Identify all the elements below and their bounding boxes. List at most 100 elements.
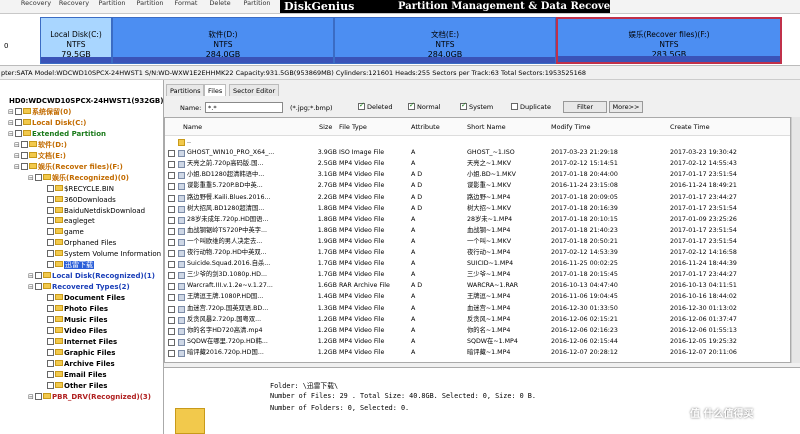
row-checkbox[interactable] — [168, 205, 175, 213]
tree-checkbox[interactable] — [35, 392, 42, 400]
row-checkbox[interactable] — [168, 238, 175, 246]
col-size[interactable]: Size — [319, 123, 332, 131]
tree-checkbox[interactable] — [35, 173, 42, 181]
col-short-name[interactable]: Short Name — [467, 123, 506, 131]
col-attribute[interactable]: Attribute — [411, 123, 440, 131]
row-checkbox[interactable] — [168, 216, 175, 224]
partition-recovery-button[interactable]: Recovery — [58, 0, 90, 13]
tree-item[interactable]: ⊟ 文档(E:) — [14, 151, 66, 161]
table-row[interactable]: Warcraft.III.v.1.2e~v.1.27... 1.6GB RAR Ar… — [165, 281, 790, 292]
table-row[interactable]: 路边野餐.Kaili.Blues.2016... 2.2GB MP4 Video F… — [165, 193, 790, 204]
expand-toggle-icon[interactable]: ⊟ — [28, 271, 35, 281]
tree-checkbox[interactable] — [21, 162, 28, 170]
expand-toggle-icon[interactable]: ⊟ — [8, 107, 15, 117]
table-row[interactable]: 小姐.BD1280超清韩语中... 3.1GB MP4 Video File A D 小… — [165, 170, 790, 181]
expand-toggle-icon[interactable]: ⊟ — [14, 140, 21, 150]
tree-item[interactable]: Document Files — [40, 293, 125, 303]
tree-checkbox[interactable] — [21, 151, 28, 159]
expand-toggle-icon[interactable]: ⊟ — [28, 282, 35, 292]
table-row[interactable]: 28岁未成年.720p.HD国语... 1.8GB MP4 Video File A 2… — [165, 215, 790, 226]
tree-item[interactable]: Graphic Files — [40, 348, 115, 358]
row-checkbox[interactable] — [168, 272, 175, 280]
more-button[interactable]: More>> — [609, 101, 643, 113]
tree-checkbox[interactable] — [47, 206, 54, 214]
row-checkbox[interactable] — [168, 316, 175, 324]
expand-toggle-icon[interactable]: ⊟ — [8, 129, 15, 139]
expand-toggle-icon[interactable]: ⊟ — [28, 392, 35, 402]
tree-checkbox[interactable] — [35, 283, 42, 291]
table-row[interactable]: Suicide.Squad.2016.自杀... 1.7GB MP4 Video F… — [165, 259, 790, 270]
file-recovery-button[interactable]: Recovery — [20, 0, 52, 13]
tree-item[interactable]: ⊟ Local Disk(Recognized)(1) — [28, 271, 155, 281]
tree-checkbox[interactable] — [47, 184, 54, 192]
name-filter-input[interactable]: *.* — [205, 102, 283, 113]
tree-checkbox[interactable] — [47, 381, 54, 389]
table-row[interactable]: GHOST_WIN10_PRO_X64_... 3.9GB ISO Image Fi… — [165, 148, 790, 159]
tree-checkbox[interactable] — [15, 118, 22, 126]
tree-checkbox[interactable] — [47, 217, 54, 225]
table-row[interactable]: 血迷宫.720p.国英双语.BD... 1.3GB MP4 Video File A 血… — [165, 304, 790, 315]
delete-button[interactable]: Delete — [206, 0, 234, 13]
row-checkbox[interactable] — [168, 227, 175, 235]
directory-tree[interactable]: HD0:WDCWD10SPCX-24HWST1(932GB) ⊟ 系统保留(0) ⊟ L… — [0, 80, 164, 434]
format-button[interactable]: Format — [172, 0, 200, 13]
tree-item[interactable]: System Volume Information — [40, 249, 161, 259]
tree-item[interactable]: Photo Files — [40, 304, 108, 314]
tree-item[interactable]: ⊟ Recovered Types(2) — [28, 282, 130, 292]
backup-partition-button[interactable]: Partition — [240, 0, 274, 13]
normal-checkbox[interactable]: Normal — [408, 101, 441, 111]
tree-item[interactable]: 迅雷下载 — [40, 260, 94, 270]
tree-item[interactable]: ⊟ 娱乐(Recover files)(F:) — [14, 162, 123, 172]
tree-item[interactable]: 360Downloads — [40, 195, 116, 205]
tab-sector-editor[interactable]: Sector Editor — [229, 84, 280, 96]
table-row[interactable]: 树大招风.BD1280超清国... 1.8GB MP4 Video File A D 树… — [165, 204, 790, 215]
partition-d-block[interactable]: 软件(D:) NTFS 284.0GB — [112, 17, 334, 64]
tree-checkbox[interactable] — [35, 272, 42, 280]
partition-e-block[interactable]: 文档(E:) NTFS 284.0GB — [334, 17, 556, 64]
tree-item[interactable]: Internet Files — [40, 337, 117, 347]
tree-item[interactable]: ⊟ Local Disk(C:) — [8, 118, 86, 128]
expand-toggle-icon[interactable]: ⊟ — [28, 173, 35, 183]
table-row[interactable]: 谍影重重5.720P.BD中英... 2.7GB MP4 Video File A D… — [165, 181, 790, 192]
row-checkbox[interactable] — [168, 150, 175, 158]
table-row[interactable]: SQDW在哪里.720p.HD韩... 1.2GB MP4 Video File A S… — [165, 337, 790, 348]
tree-checkbox[interactable] — [47, 228, 54, 236]
row-checkbox[interactable] — [168, 194, 175, 202]
tree-checkbox[interactable] — [47, 348, 54, 356]
partition-c-block[interactable]: Local Disk(C:) NTFS 79.5GB — [40, 17, 112, 64]
tree-item[interactable]: Orphaned Files — [40, 238, 116, 248]
col-create-time[interactable]: Create Time — [670, 123, 710, 131]
tree-checkbox[interactable] — [47, 294, 54, 302]
tree-item[interactable]: game — [40, 227, 84, 237]
expand-toggle-icon[interactable]: ⊟ — [14, 162, 21, 172]
table-row[interactable]: .. — [165, 137, 790, 148]
tree-item[interactable]: ⊟ 系统保留(0) — [8, 107, 71, 117]
table-row[interactable]: 三少爷的剑3D.1080p.HD... 1.7GB MP4 Video File A 三… — [165, 270, 790, 281]
tree-item[interactable]: eagleget — [40, 216, 95, 226]
row-checkbox[interactable] — [168, 338, 175, 346]
tree-item[interactable]: ⊟ Extended Partition — [8, 129, 106, 139]
tree-item[interactable]: BaiduNetdiskDownload — [40, 206, 145, 216]
tree-checkbox[interactable] — [15, 107, 22, 115]
tree-checkbox[interactable] — [47, 195, 54, 203]
system-checkbox[interactable]: System — [460, 101, 493, 111]
tree-checkbox[interactable] — [47, 326, 54, 334]
table-row[interactable]: 反贪风暴2.720p.国粤双... 1.2GB MP4 Video File A 反贪风… — [165, 315, 790, 326]
row-checkbox[interactable] — [168, 161, 175, 169]
table-row[interactable]: 夜行动物.720p.HD中英双... 1.7GB MP4 Video File A 夜行… — [165, 248, 790, 259]
new-partition-button[interactable]: Partition — [134, 0, 166, 13]
table-row[interactable]: 天亮之前.720p高码版.国... 2.5GB MP4 Video File A 天亮之… — [165, 159, 790, 170]
col-modify-time[interactable]: Modify Time — [551, 123, 591, 131]
table-row[interactable]: 一个叫欧维的男人决定去... 1.9GB MP4 Video File A 一个叫~1.… — [165, 237, 790, 248]
tree-item[interactable]: Music Files — [40, 315, 108, 325]
expand-toggle-icon[interactable]: ⊟ — [14, 151, 21, 161]
tree-checkbox[interactable] — [47, 261, 54, 269]
tree-item[interactable]: Email Files — [40, 370, 107, 380]
row-checkbox[interactable] — [168, 305, 175, 313]
row-checkbox[interactable] — [168, 172, 175, 180]
tree-checkbox[interactable] — [47, 250, 54, 258]
tree-checkbox[interactable] — [47, 305, 54, 313]
partition-f-block[interactable]: 娱乐(Recover files)(F:) NTFS 283.5GB — [556, 17, 782, 64]
row-checkbox[interactable] — [168, 283, 175, 291]
row-checkbox[interactable] — [168, 327, 175, 335]
